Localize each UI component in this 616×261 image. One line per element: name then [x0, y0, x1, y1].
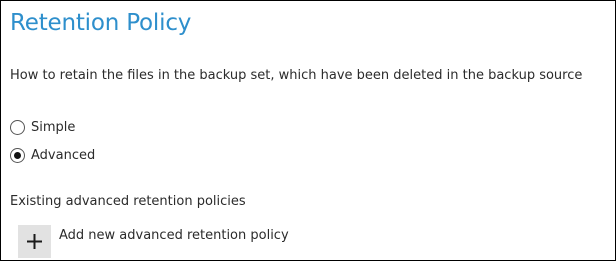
radio-simple-circle[interactable] — [10, 119, 25, 135]
add-policy-row[interactable]: Add new advanced retention policy — [18, 225, 289, 258]
radio-advanced[interactable]: Advanced — [10, 146, 95, 164]
retention-policy-panel: Retention Policy How to retain the files… — [0, 0, 616, 261]
radio-simple-label[interactable]: Simple — [31, 120, 75, 135]
existing-policies-heading: Existing advanced retention policies — [10, 194, 246, 209]
radio-advanced-circle[interactable] — [10, 147, 25, 163]
add-policy-label[interactable]: Add new advanced retention policy — [59, 228, 289, 243]
section-title: Retention Policy — [10, 10, 192, 36]
add-policy-button[interactable] — [18, 225, 51, 258]
retention-description: How to retain the files in the backup se… — [10, 68, 583, 83]
radio-simple[interactable]: Simple — [10, 118, 75, 136]
plus-icon — [27, 234, 42, 249]
radio-advanced-label[interactable]: Advanced — [31, 148, 95, 163]
